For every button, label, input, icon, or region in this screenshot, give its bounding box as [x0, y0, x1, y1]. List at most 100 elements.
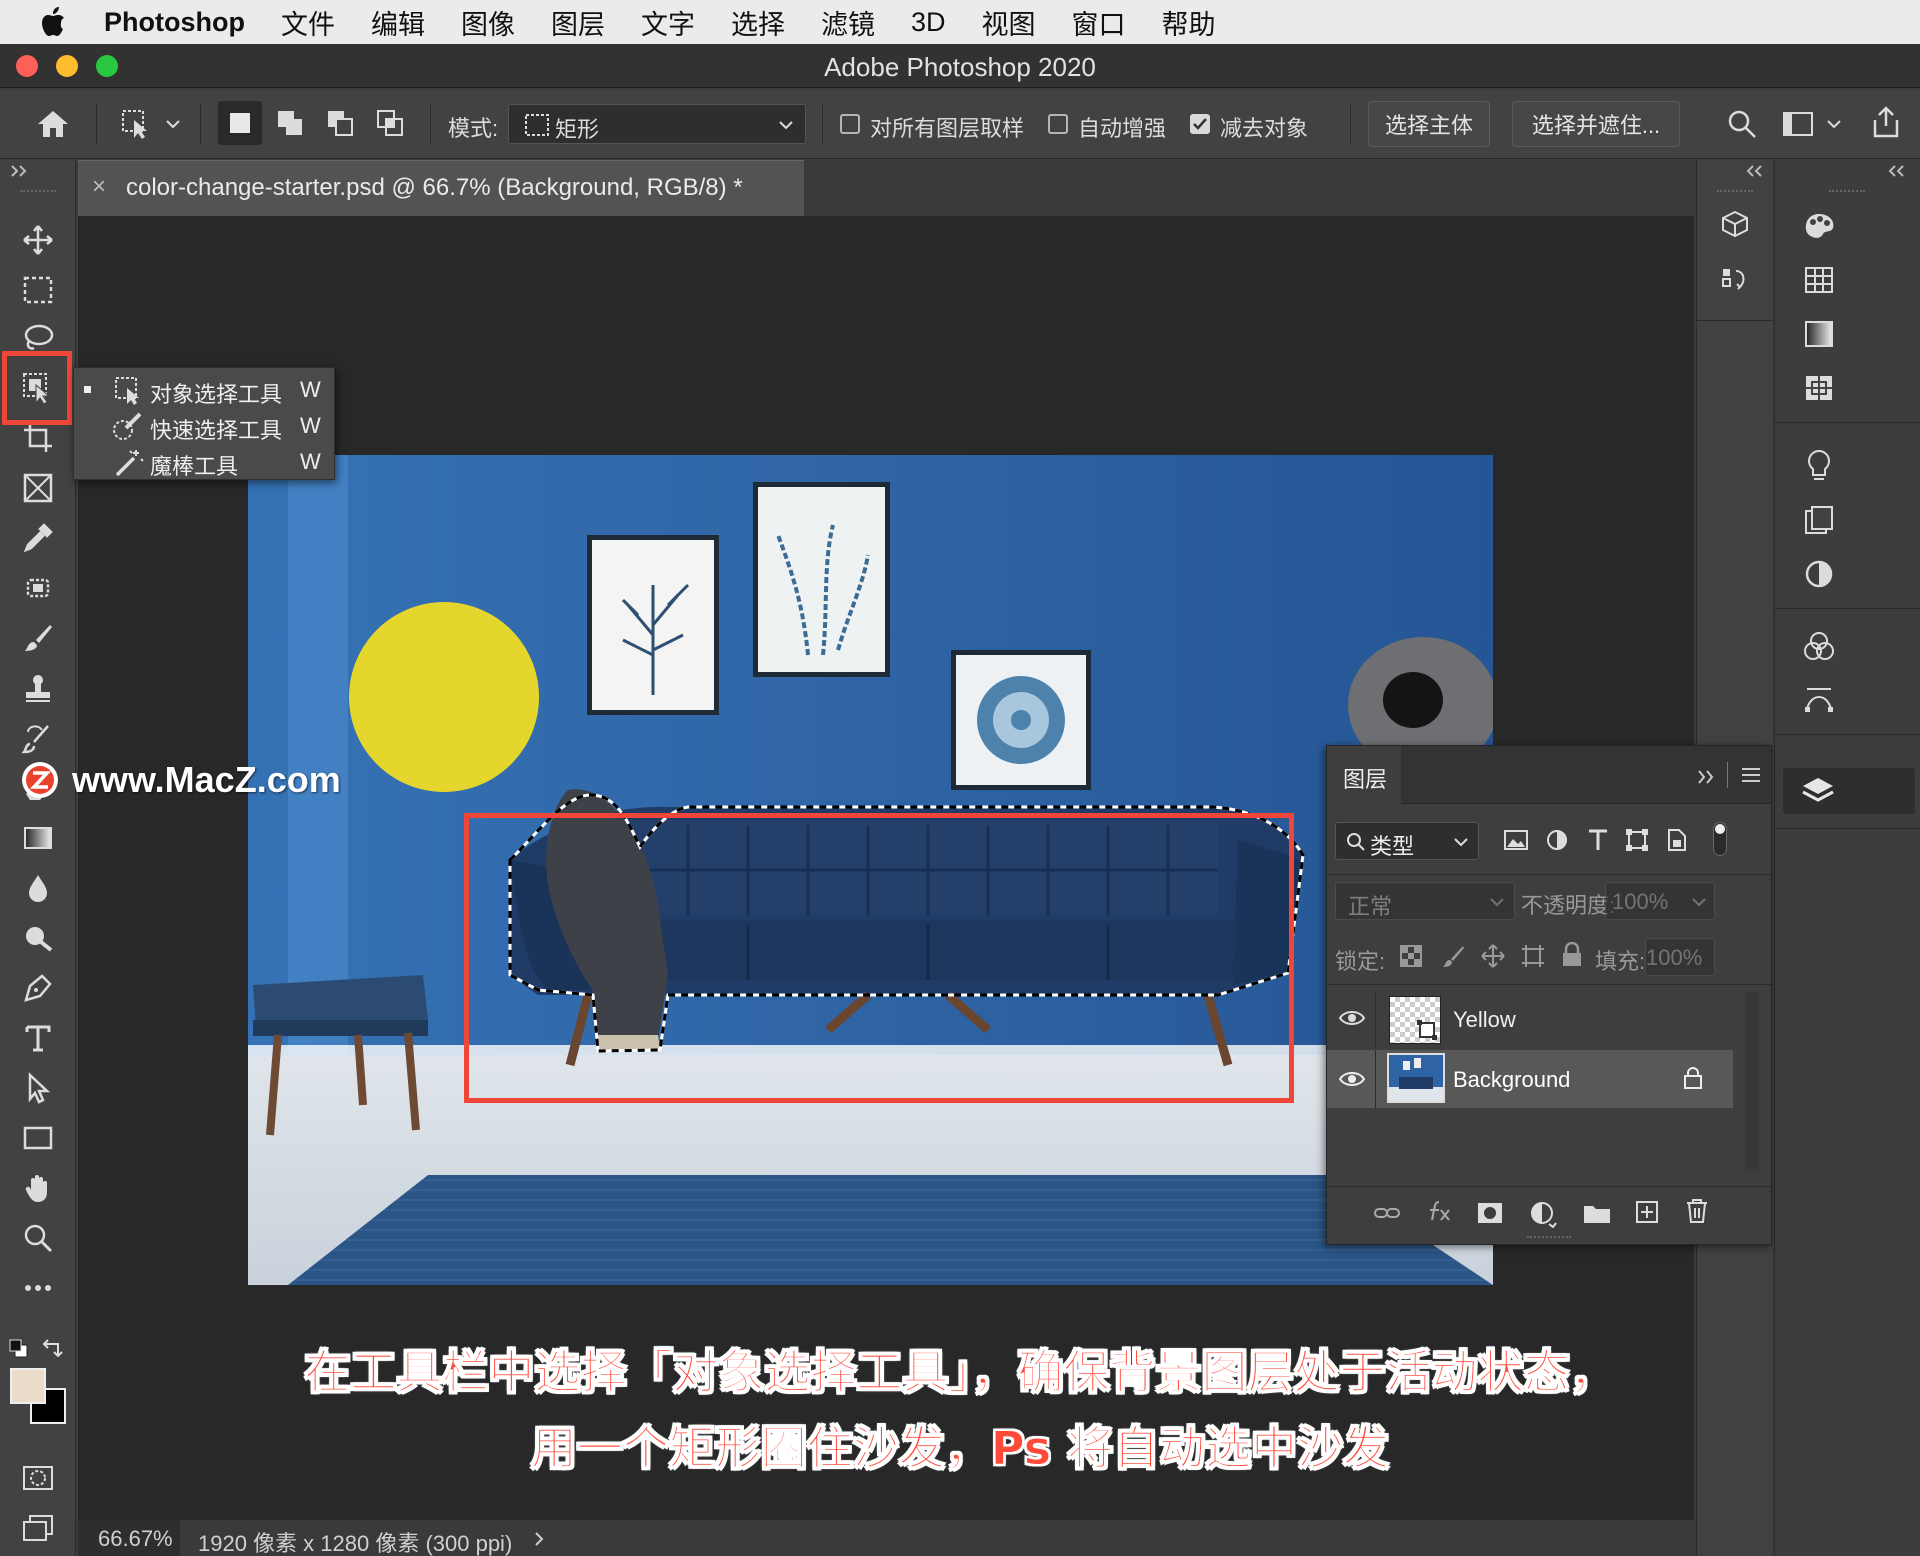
- panel-menu-icon[interactable]: [1741, 764, 1761, 790]
- flyout-item-quick-selection[interactable]: 快速选择工具 W: [74, 408, 336, 444]
- add-to-selection-button[interactable]: [268, 101, 312, 145]
- pixel-layer-filter-icon[interactable]: [1503, 828, 1529, 858]
- layer-filter-select[interactable]: 类型: [1335, 822, 1479, 860]
- rectangle-tool-icon[interactable]: [14, 1116, 62, 1160]
- apple-icon[interactable]: [26, 0, 80, 44]
- zoom-field[interactable]: 66.67%: [78, 1520, 180, 1556]
- add-mask-icon[interactable]: [1477, 1202, 1503, 1230]
- grip-handle[interactable]: [20, 190, 56, 194]
- menu-type[interactable]: 文字: [641, 3, 695, 42]
- paths-panel-icon[interactable]: [1799, 680, 1839, 720]
- swatches-panel-icon[interactable]: [1799, 260, 1839, 300]
- link-layers-icon[interactable]: [1373, 1202, 1401, 1230]
- menu-layer[interactable]: 图层: [551, 3, 605, 42]
- menu-help[interactable]: 帮助: [1162, 3, 1216, 42]
- select-and-mask-button[interactable]: 选择并遮住...: [1512, 101, 1680, 147]
- opacity-field[interactable]: 100%: [1605, 882, 1715, 920]
- layers-scrollbar[interactable]: [1745, 992, 1759, 1172]
- home-icon[interactable]: [30, 103, 76, 145]
- history-panel-icon[interactable]: [1715, 260, 1755, 300]
- clone-stamp-icon[interactable]: [14, 666, 62, 710]
- menu-filter[interactable]: 滤镜: [821, 3, 875, 42]
- lock-all-icon[interactable]: [1561, 941, 1583, 974]
- grip-handle[interactable]: [1717, 190, 1753, 192]
- flyout-item-magic-wand[interactable]: 魔棒工具 W: [74, 444, 336, 480]
- gradient-icon[interactable]: [14, 816, 62, 860]
- screen-mode-icon[interactable]: [14, 1506, 62, 1550]
- zoom-tool-icon[interactable]: [14, 1216, 62, 1260]
- libraries-panel-icon[interactable]: [1799, 500, 1839, 540]
- menu-edit[interactable]: 编辑: [371, 3, 425, 42]
- new-layer-icon[interactable]: [1635, 1200, 1659, 1230]
- menu-image[interactable]: 图像: [461, 3, 515, 42]
- chevron-right-icon[interactable]: [534, 1532, 544, 1546]
- collapse-dock-icon[interactable]: [1887, 164, 1905, 182]
- lock-pixels-icon[interactable]: [1441, 944, 1465, 974]
- spot-healing-brush-icon[interactable]: [14, 566, 62, 610]
- chevron-down-icon[interactable]: [160, 103, 186, 145]
- type-tool-icon[interactable]: [14, 1016, 62, 1060]
- more-tools-icon[interactable]: [14, 1266, 62, 1310]
- close-tab-icon[interactable]: ×: [92, 173, 106, 201]
- new-adjustment-layer-icon[interactable]: [1529, 1200, 1557, 1234]
- type-layer-filter-icon[interactable]: [1587, 828, 1609, 858]
- layer-row-background[interactable]: Background: [1327, 1050, 1733, 1108]
- frame-tool-icon[interactable]: [14, 466, 62, 510]
- adjustment-layer-filter-icon[interactable]: [1545, 828, 1569, 858]
- chevron-down-icon[interactable]: [1822, 103, 1846, 145]
- gradients-panel-icon[interactable]: [1799, 314, 1839, 354]
- search-icon[interactable]: [1722, 103, 1762, 145]
- menu-select[interactable]: 选择: [731, 3, 785, 42]
- blur-icon[interactable]: [14, 866, 62, 910]
- auto-enhance-checkbox[interactable]: [1048, 114, 1068, 134]
- menu-window[interactable]: 窗口: [1072, 3, 1126, 42]
- move-tool-icon[interactable]: [14, 218, 62, 262]
- share-icon[interactable]: [1866, 101, 1906, 143]
- menu-3d[interactable]: 3D: [911, 7, 946, 38]
- collapse-panel-icon[interactable]: [10, 164, 28, 182]
- pen-icon[interactable]: [14, 966, 62, 1010]
- workspace-icon[interactable]: [1778, 103, 1818, 145]
- patterns-panel-icon[interactable]: [1799, 368, 1839, 408]
- rectangular-marquee-icon[interactable]: [14, 268, 62, 312]
- grip-handle[interactable]: [1829, 190, 1865, 192]
- new-selection-button[interactable]: [218, 101, 262, 145]
- subtract-object-checkbox[interactable]: [1190, 114, 1210, 134]
- collapse-dock-icon[interactable]: [1745, 164, 1763, 182]
- collapse-panel-icon[interactable]: [1697, 764, 1715, 790]
- history-brush-icon[interactable]: [14, 716, 62, 760]
- fx-icon[interactable]: [1427, 1198, 1453, 1230]
- brush-icon[interactable]: [14, 616, 62, 660]
- select-subject-button[interactable]: 选择主体: [1368, 101, 1490, 147]
- subtract-from-selection-button[interactable]: [318, 101, 362, 145]
- adjustments-panel-icon[interactable]: [1799, 554, 1839, 594]
- new-group-icon[interactable]: [1583, 1202, 1611, 1230]
- hand-tool-icon[interactable]: [14, 1166, 62, 1210]
- resize-grip[interactable]: [1527, 1236, 1571, 1238]
- document-tab[interactable]: × color-change-starter.psd @ 66.7% (Back…: [78, 160, 804, 216]
- object-selection-preset-icon[interactable]: [116, 103, 156, 145]
- fill-field[interactable]: 100%: [1645, 938, 1715, 976]
- channels-panel-icon[interactable]: [1799, 626, 1839, 666]
- delete-layer-icon[interactable]: [1685, 1198, 1709, 1230]
- path-selection-icon[interactable]: [14, 1066, 62, 1110]
- layers-panel-tab[interactable]: [1783, 768, 1915, 814]
- menu-app-name[interactable]: Photoshop: [104, 7, 245, 38]
- filter-toggle-switch[interactable]: [1713, 822, 1727, 856]
- color-panel-icon[interactable]: [1799, 206, 1839, 246]
- menu-view[interactable]: 视图: [982, 3, 1036, 42]
- dodge-icon[interactable]: [14, 916, 62, 960]
- blend-mode-select[interactable]: 正常: [1335, 882, 1515, 920]
- mode-select[interactable]: 矩形: [508, 104, 806, 144]
- lock-position-icon[interactable]: [1481, 944, 1505, 974]
- eyedropper-icon[interactable]: [14, 516, 62, 560]
- shape-layer-filter-icon[interactable]: [1625, 828, 1649, 858]
- flyout-item-object-selection[interactable]: 对象选择工具 W: [74, 372, 336, 408]
- smart-object-filter-icon[interactable]: [1665, 828, 1687, 858]
- lock-transparent-icon[interactable]: [1399, 944, 1423, 974]
- intersect-selection-button[interactable]: [368, 101, 412, 145]
- sample-all-layers-checkbox[interactable]: [840, 114, 860, 134]
- learn-panel-icon[interactable]: [1799, 446, 1839, 486]
- lock-artboard-icon[interactable]: [1521, 944, 1545, 974]
- layer-row-yellow[interactable]: Yellow: [1327, 992, 1733, 1048]
